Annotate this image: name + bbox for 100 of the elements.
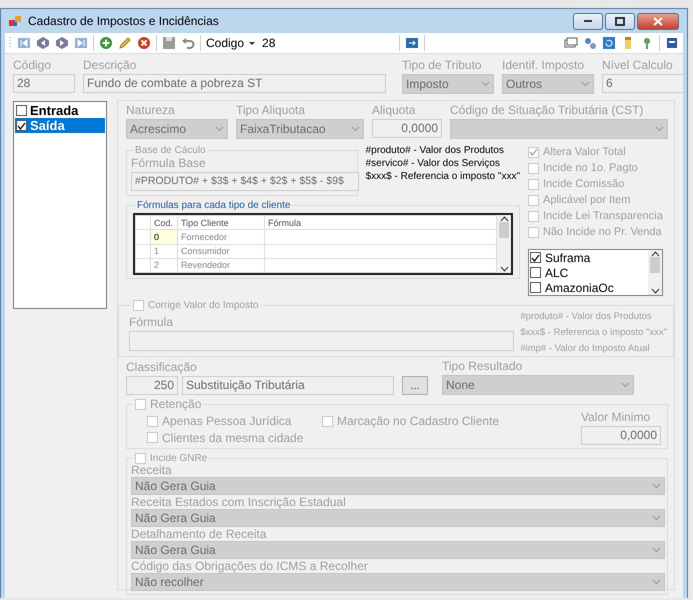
field-label: Natureza: [126, 103, 176, 117]
search-label: Codigo: [206, 36, 244, 50]
dropdown-value: Imposto: [406, 77, 450, 91]
field-label: Código das Obrigações do ICMS a Recolher: [131, 560, 369, 573]
checkbox-label: Apenas Pessoa Jurídica: [162, 414, 292, 428]
field-label: Tipo Resultado: [442, 359, 524, 373]
input-field[interactable]: [129, 331, 514, 351]
checkbox-label: Suframa: [545, 250, 590, 264]
maximize-icon: [615, 16, 625, 26]
input-field[interactable]: 28: [13, 74, 75, 93]
last-icon[interactable]: [74, 36, 88, 50]
checkbox-label: Incide Comissão: [543, 178, 624, 190]
field-label: Tipo de Tributo: [402, 58, 483, 72]
checkmark-icon: [531, 254, 540, 262]
dropdown[interactable]: FaixaTributacao: [236, 119, 364, 139]
field-label: Receita Estados com Inscrição Estadual: [131, 496, 347, 509]
caret-icon[interactable]: [249, 42, 256, 44]
browse-button[interactable]: ...: [402, 376, 428, 395]
previous-icon[interactable]: [36, 36, 50, 50]
save-icon[interactable]: [162, 36, 176, 50]
maximize-button[interactable]: [605, 12, 635, 30]
next-icon[interactable]: [55, 36, 69, 50]
field-label: Descrição: [83, 58, 138, 72]
column-header: Fórmula: [264, 216, 496, 230]
table-cell[interactable]: Fornecedor: [178, 230, 264, 244]
field-label: Código de Situação Tributária (CST): [450, 103, 644, 117]
app-icon: [8, 14, 22, 28]
input-field[interactable]: 250: [126, 376, 178, 395]
field-label: Código: [13, 58, 52, 72]
table-cell[interactable]: Consumidor: [178, 244, 264, 258]
checkbox-label: Aplicável por Item: [543, 194, 630, 206]
scrollbar[interactable]: [497, 215, 511, 273]
checkbox-label: Incide no 1o. Pagto: [543, 162, 638, 174]
plus-icon[interactable]: [99, 36, 113, 50]
checkbox-label: AmazoniaOc: [545, 280, 614, 294]
checkbox-label: Altera Valor Total: [543, 146, 626, 158]
input-field[interactable]: 0,0000: [372, 119, 442, 138]
scrollbar[interactable]: [648, 250, 662, 295]
dropdown[interactable]: Não Gera Guia: [131, 477, 665, 495]
field-label: Tipo Aliquota: [236, 103, 306, 117]
table-cell[interactable]: 1: [150, 244, 178, 258]
panel-icon[interactable]: [665, 36, 679, 50]
checkbox-label: Incide Lei Transparencia: [543, 210, 663, 222]
undo-icon[interactable]: [181, 36, 195, 50]
minimize-button[interactable]: [573, 12, 603, 30]
checkbox[interactable]: [16, 120, 27, 131]
close-icon: [653, 16, 663, 26]
field-label: Valor Minimo: [581, 410, 652, 424]
dropdown[interactable]: Não recolher: [131, 573, 665, 591]
column-header: Tipo Cliente: [178, 216, 264, 230]
input-field[interactable]: Substituição Tributária: [182, 376, 394, 395]
input-field[interactable]: 6: [602, 74, 683, 93]
dropdown-value: Não Gera Guia: [135, 511, 217, 525]
hint-text: #servico# - Valor dos Serviços: [366, 158, 501, 169]
list-item[interactable]: Saída: [15, 118, 105, 133]
list-item[interactable]: Entrada: [15, 103, 105, 118]
checkbox[interactable]: [530, 267, 541, 278]
field-label: Aliquota: [372, 103, 416, 117]
delete-icon[interactable]: [137, 36, 151, 50]
field-label: Detalhamento de Receita: [131, 528, 268, 541]
arrow-box-icon[interactable]: [405, 36, 420, 50]
group-title: Fórmulas para cada tipo de cliente: [136, 200, 292, 211]
checkmark-icon: [529, 148, 538, 156]
hint-text: $xxx$ - Referencia o imposto "xxx": [366, 171, 520, 182]
hint-text: $xxx$ - Referencia o imposto "xxx": [520, 327, 667, 338]
input-field[interactable]: Fundo de combate a pobreza ST: [83, 74, 386, 93]
checkbox-label: ALC: [545, 266, 568, 280]
refresh-icon[interactable]: [602, 36, 616, 50]
dropdown[interactable]: Imposto: [402, 74, 494, 94]
window-title: Cadastro de Impostos e Incidências: [28, 14, 219, 28]
table-cell[interactable]: 2: [150, 258, 178, 272]
table-cell[interactable]: Revendedor: [178, 258, 264, 272]
item-label: Saída: [30, 118, 65, 133]
cards-icon[interactable]: [564, 36, 578, 50]
checkbox-label: Não Incide no Pr. Venda: [543, 226, 662, 238]
field-label: Fórmula Base: [131, 156, 207, 170]
checkbox[interactable]: [530, 282, 541, 293]
field-label: Nível Calculo: [602, 58, 674, 72]
field-label: Classificação: [126, 360, 198, 374]
item-label: Entrada: [30, 103, 78, 118]
dropdown[interactable]: Não Gera Guia: [131, 541, 665, 559]
checkbox[interactable]: [16, 105, 27, 116]
checkbox[interactable]: [530, 252, 541, 263]
checkbox-label: Marcação no Cadastro Cliente: [337, 414, 500, 428]
input-field[interactable]: 0,0000: [581, 426, 661, 445]
field-label: Receita: [131, 464, 173, 477]
dropdown[interactable]: Outros: [502, 74, 594, 94]
dropdown-value: None: [446, 378, 476, 392]
dropdown-value: Outros: [506, 77, 544, 91]
hint-text: #produto# - Valor dos Produtos: [520, 311, 653, 322]
hint-text: #imp# - Valor do Imposto Atual: [520, 343, 651, 354]
first-icon[interactable]: [17, 36, 31, 50]
dropdown[interactable]: Acrescimo: [126, 119, 228, 139]
dropdown[interactable]: None: [442, 375, 634, 395]
close-button[interactable]: [637, 12, 679, 30]
input-field[interactable]: #PRODUTO# + $3$ + $4$ + $2$ + $5$ - $9$: [131, 172, 359, 191]
dropdown[interactable]: Não Gera Guia: [131, 509, 665, 527]
pencil-icon[interactable]: [118, 36, 132, 50]
field-label: Identif. Imposto: [502, 58, 586, 72]
dropdown-value: Não Gera Guia: [135, 479, 217, 493]
